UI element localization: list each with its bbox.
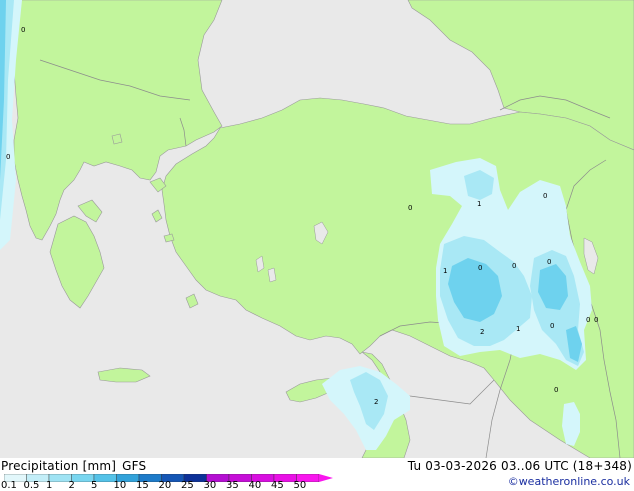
value-label: 1 xyxy=(477,200,481,208)
map-canvas: 0 0 1 0 1 0 0 0 2 1 0 0 0 2 0 0 xyxy=(0,0,634,458)
legend-label: 10 xyxy=(113,480,127,491)
value-label: 0 xyxy=(554,386,558,394)
legend-label: 40 xyxy=(248,480,262,491)
legend-label: 20 xyxy=(158,480,172,491)
precipitation-map: 0 0 1 0 1 0 0 0 2 1 0 0 0 2 0 0 xyxy=(0,0,634,458)
value-label: 0 xyxy=(547,258,551,266)
legend-label: 50 xyxy=(293,480,307,491)
legend-label: 35 xyxy=(226,480,239,491)
legend-label: 2 xyxy=(68,480,75,491)
map-title: Precipitation [mm] GFS xyxy=(1,459,146,473)
value-label: 0 xyxy=(6,153,10,161)
credit-text: ©weatheronline.co.uk xyxy=(507,475,630,488)
legend-label: 15 xyxy=(136,480,149,491)
value-label: 0 xyxy=(512,262,516,270)
value-label: 0 xyxy=(550,322,554,330)
model-name: GFS xyxy=(122,459,147,473)
legend-label: 25 xyxy=(181,480,194,491)
legend-label: 0.5 xyxy=(23,480,40,491)
legend-labels: 0.1 0.5 1 2 5 10 15 20 25 30 35 40 45 50 xyxy=(0,480,330,491)
map-footer: Precipitation [mm] GFS Tu 03-03-2026 03..… xyxy=(0,458,634,491)
value-label: 0 xyxy=(478,264,482,272)
value-label: 0 xyxy=(21,26,25,34)
land-thasos xyxy=(111,133,123,145)
legend-label: 0.1 xyxy=(1,480,17,491)
legend-label: 1 xyxy=(46,480,53,491)
value-label: 0 xyxy=(594,316,598,324)
legend-label: 5 xyxy=(91,480,98,491)
valid-time: Tu 03-03-2026 03..06 UTC (18+348) xyxy=(407,459,632,473)
value-label: 2 xyxy=(480,328,484,336)
value-label: 1 xyxy=(443,267,447,275)
legend-label: 30 xyxy=(203,480,217,491)
value-label: 0 xyxy=(586,316,590,324)
title-text: Precipitation [mm] xyxy=(1,459,117,473)
value-label: 0 xyxy=(543,192,547,200)
value-label: 2 xyxy=(374,398,378,406)
value-label: 1 xyxy=(516,325,520,333)
legend-label: 45 xyxy=(271,480,284,491)
value-label: 0 xyxy=(408,204,412,212)
